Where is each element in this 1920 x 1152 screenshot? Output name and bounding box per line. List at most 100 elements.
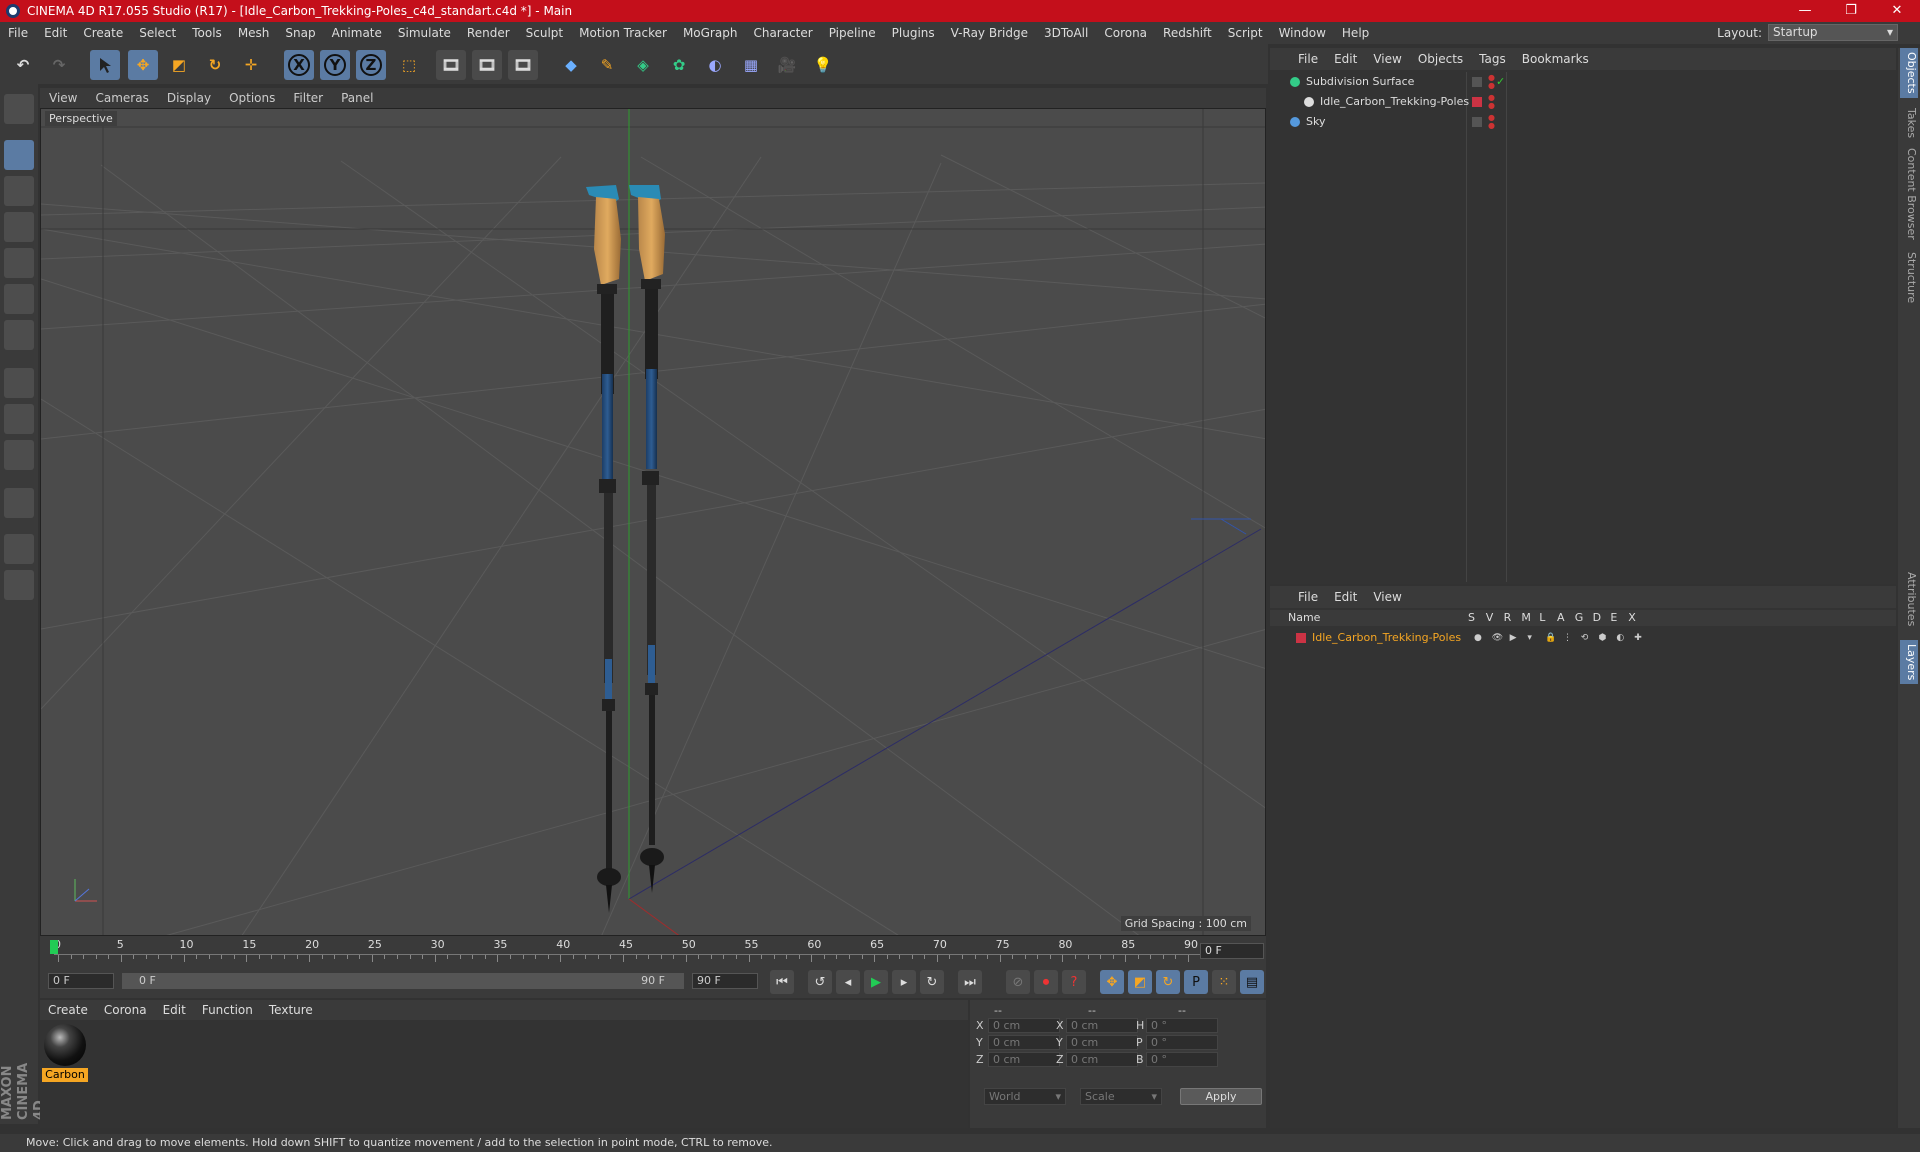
go-to-end-icon[interactable]: ⏭ [958,970,982,994]
right-tab-objects[interactable]: Objects [1900,48,1918,98]
menu-help[interactable]: Help [1334,26,1377,40]
menu-mesh[interactable]: Mesh [230,26,278,40]
render-picture-viewer-icon[interactable]: 🎞 [472,50,502,80]
menu-redshift[interactable]: Redshift [1155,26,1220,40]
go-to-start-icon[interactable]: ⏮ [770,970,794,994]
object-menu-file[interactable]: File [1290,52,1326,66]
model-mode-icon[interactable] [4,140,34,170]
right-tab-takes[interactable]: Takes [1900,104,1918,142]
record-keys-icon[interactable]: ⊘ [1006,970,1030,994]
planar-workplane-icon[interactable] [4,570,34,600]
cube-primitive-icon[interactable]: ◆ [556,50,586,80]
layer-toggle-icon[interactable]: 🔒 [1545,628,1556,648]
deformer-icon[interactable]: ◐ [700,50,730,80]
menu-window[interactable]: Window [1271,26,1334,40]
current-frame-field[interactable]: 0 F [1200,943,1264,959]
keyframe-selection-icon[interactable]: ? [1062,970,1086,994]
workplane-lock-icon[interactable] [4,534,34,564]
previous-frame-icon[interactable]: ◂ [836,970,860,994]
material-preview-carbon[interactable] [44,1024,86,1066]
menu-mograph[interactable]: MoGraph [675,26,746,40]
menu-motion-tracker[interactable]: Motion Tracker [571,26,675,40]
layer-toggle-icon[interactable]: ⟲ [1581,628,1589,648]
object-menu-tags[interactable]: Tags [1471,52,1514,66]
object-menu-bookmarks[interactable]: Bookmarks [1514,52,1597,66]
menu-simulate[interactable]: Simulate [390,26,459,40]
object-row[interactable]: Idle_Carbon_Trekking-Poles ● ● [1270,92,1896,112]
layer-toggle-icon[interactable]: ▾ [1527,628,1532,648]
material-menu-texture[interactable]: Texture [261,1003,321,1017]
cloner-icon[interactable]: ✿ [664,50,694,80]
viewport-menu-panel[interactable]: Panel [332,91,382,105]
right-tab-attributes[interactable]: Attributes [1900,568,1918,630]
coordinate-mode-dropdown[interactable]: World ▾ [984,1088,1066,1105]
frame-range-slider[interactable]: 0 F 90 F [122,973,684,989]
layer-toggle-icon[interactable]: ▶ [1510,628,1517,648]
coord-value-field[interactable]: 0 cm [988,1052,1060,1067]
layer-toggle-icon[interactable]: ⋮ [1563,628,1572,648]
layer-color-swatch[interactable] [1472,117,1482,127]
menu-pipeline[interactable]: Pipeline [821,26,884,40]
object-menu-objects[interactable]: Objects [1410,52,1471,66]
close-button[interactable]: ✕ [1874,0,1920,22]
menu-sculpt[interactable]: Sculpt [518,26,571,40]
coord-value-field[interactable]: 0 cm [1066,1035,1138,1050]
tweak-mode-icon[interactable] [4,404,34,434]
playhead-marker[interactable] [50,940,58,954]
menu-file[interactable]: File [0,26,36,40]
menu-snap[interactable]: Snap [277,26,323,40]
key-rotation-icon[interactable]: ↻ [1156,970,1180,994]
menu-animate[interactable]: Animate [324,26,390,40]
coord-value-field[interactable]: 0 ° [1146,1052,1218,1067]
scale-tool-icon[interactable]: ◩ [164,50,194,80]
coord-value-field[interactable]: 0 cm [1066,1018,1138,1033]
apply-button[interactable]: Apply [1180,1088,1262,1105]
layer-color-swatch[interactable] [1296,633,1306,643]
minimize-button[interactable]: — [1782,0,1828,22]
layer-name[interactable]: Idle_Carbon_Trekking-Poles [1312,628,1461,648]
y-axis-button[interactable]: Y [320,50,350,80]
workplane-mode-icon[interactable] [4,212,34,242]
object-row[interactable]: Sky ● ● [1270,112,1896,132]
viewport-menu-filter[interactable]: Filter [284,91,332,105]
render-settings-icon[interactable]: 🎞 [508,50,538,80]
snap-icon[interactable] [4,488,34,518]
polygons-mode-icon[interactable] [4,320,34,350]
viewport-menu-cameras[interactable]: Cameras [86,91,157,105]
timeline-window-icon[interactable]: ▤ [1240,970,1264,994]
key-pla-icon[interactable]: ⁙ [1212,970,1236,994]
layer-toggle-icon[interactable]: ⬢ [1599,628,1607,648]
menu-create[interactable]: Create [75,26,131,40]
layer-toggle-icon[interactable]: ◐ [1616,628,1624,648]
render-view-icon[interactable]: 🎞 [436,50,466,80]
menu-plugins[interactable]: Plugins [884,26,943,40]
key-parameter-icon[interactable]: P [1184,970,1208,994]
material-name[interactable]: Carbon [42,1068,88,1082]
select-cursor-icon[interactable] [90,50,120,80]
timeline-ruler[interactable]: 051015202530354045505560657075808590 0 F [40,936,1266,964]
menu-3dtoall[interactable]: 3DToAll [1036,26,1096,40]
right-tab-layers[interactable]: Layers [1900,640,1918,685]
layer-color-swatch[interactable] [1472,97,1482,107]
play-icon[interactable]: ▶ [864,970,888,994]
start-frame-field[interactable]: 0 F [48,973,114,989]
viewport-menu-view[interactable]: View [40,91,86,105]
coord-value-field[interactable]: 0 ° [1146,1018,1218,1033]
menu-character[interactable]: Character [745,26,820,40]
layer-menu-edit[interactable]: Edit [1326,590,1365,604]
end-frame-field[interactable]: 90 F [692,973,758,989]
subdivision-surface-icon[interactable]: ◈ [628,50,658,80]
next-key-icon[interactable]: ↻ [920,970,944,994]
floor-icon[interactable]: ▦ [736,50,766,80]
menu-edit[interactable]: Edit [36,26,75,40]
axis-mode-icon[interactable] [4,368,34,398]
right-tab-structure[interactable]: Structure [1900,248,1918,307]
move-tool-icon[interactable]: ✥ [128,50,158,80]
coord-value-field[interactable]: 0 ° [1146,1035,1218,1050]
make-editable-icon[interactable] [4,94,34,124]
rotate-tool-icon[interactable]: ↻ [200,50,230,80]
menu-render[interactable]: Render [459,26,518,40]
visibility-dots-icon[interactable]: ● ● [1488,74,1495,90]
z-axis-button[interactable]: Z [356,50,386,80]
layout-dropdown[interactable]: Startup ▾ [1768,24,1898,41]
